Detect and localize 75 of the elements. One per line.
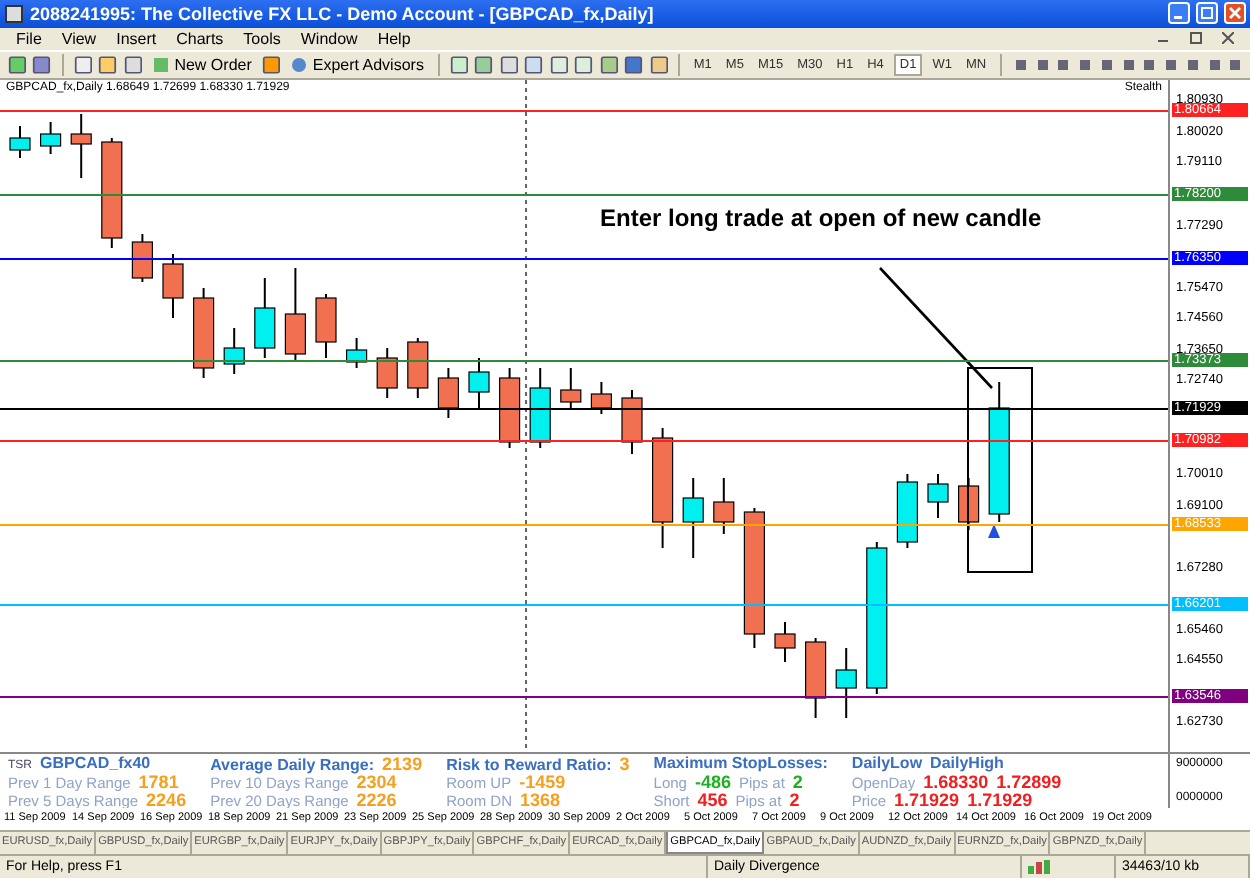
expert-advisors-button[interactable]: Expert Advisors xyxy=(286,56,428,75)
candle xyxy=(499,366,521,449)
candle xyxy=(315,292,337,359)
annotation-text: Enter long trade at open of new candle xyxy=(600,203,1042,232)
indicator-text: 2226 xyxy=(356,789,397,808)
menu-item[interactable]: Help xyxy=(377,29,411,48)
close-icon xyxy=(1228,6,1242,21)
candle xyxy=(988,380,1010,523)
indicator-text: 1.72899 xyxy=(996,771,1062,792)
candle xyxy=(743,506,765,649)
candle xyxy=(131,232,153,283)
candle xyxy=(958,476,980,531)
candle xyxy=(774,620,796,663)
candle xyxy=(376,346,398,399)
app-icon xyxy=(4,3,24,24)
menu-item[interactable]: Window xyxy=(300,29,358,48)
menu-item[interactable]: View xyxy=(61,29,97,48)
candle xyxy=(40,120,62,155)
indicator-text: -486 xyxy=(694,771,731,792)
candle xyxy=(590,380,612,415)
indicator-text: DailyHigh xyxy=(930,753,1004,772)
candle xyxy=(652,426,674,549)
candle xyxy=(621,388,643,455)
candle xyxy=(101,136,123,249)
indicator-text: 2139 xyxy=(382,753,423,774)
indicator-text: DailyLow xyxy=(851,753,923,772)
indicator-text: 2 xyxy=(789,789,800,808)
candle xyxy=(682,476,704,559)
indicator-text: 2304 xyxy=(356,771,397,792)
candle xyxy=(805,636,827,719)
minimize-button[interactable] xyxy=(1168,2,1190,25)
candle xyxy=(223,326,245,375)
connection-icon xyxy=(1028,860,1056,875)
buy-arrow-icon xyxy=(988,523,1000,538)
indicator-text: 2 xyxy=(792,771,803,792)
candle xyxy=(254,276,276,359)
candle xyxy=(284,266,306,363)
candle xyxy=(193,286,215,379)
candle xyxy=(713,476,735,535)
candle xyxy=(560,366,582,409)
candle xyxy=(70,112,92,179)
candle xyxy=(9,124,31,159)
candle xyxy=(346,336,368,369)
indicator-text: 1.71929 xyxy=(894,789,960,808)
candle xyxy=(896,472,918,549)
candle xyxy=(927,472,949,519)
indicator-text: Average Daily Range: xyxy=(210,755,375,774)
candle xyxy=(529,366,551,449)
menu-item[interactable]: Tools xyxy=(243,29,281,48)
indicator-text: 1.71929 xyxy=(967,789,1033,808)
candle xyxy=(162,252,184,319)
indicator-text: 2246 xyxy=(146,789,187,808)
new-order-button[interactable]: New Order xyxy=(148,56,256,75)
close-button[interactable] xyxy=(1224,2,1246,25)
indicator-text: GBPCAD_fx40 xyxy=(40,753,151,772)
candle xyxy=(468,356,490,409)
maximize-button[interactable] xyxy=(1196,2,1218,25)
candle xyxy=(407,336,429,399)
menu-item[interactable]: Charts xyxy=(176,29,224,48)
candle xyxy=(437,366,459,419)
indicator-text: 1368 xyxy=(520,789,561,808)
close-icon[interactable] xyxy=(1222,32,1234,45)
window-title: 2088241995: The Collective FX LLC - Demo Account - [GBPCAD_fx,Daily] xyxy=(30,3,656,24)
indicator-text: 1.68330 xyxy=(923,771,989,792)
candle xyxy=(835,646,857,719)
indicator-text: 1781 xyxy=(138,771,179,792)
indicator-text: Risk to Reward Ratio: xyxy=(446,755,612,774)
indicator-text: -1459 xyxy=(519,771,566,792)
menu-item[interactable]: Insert xyxy=(116,29,157,48)
maximize-icon xyxy=(1200,6,1214,21)
indicator-text: Maximum StopLosses: xyxy=(653,753,828,772)
indicator-text: 3 xyxy=(619,753,630,774)
menu-item[interactable]: File xyxy=(16,29,42,48)
indicator-text: 456 xyxy=(697,789,728,808)
restore-icon[interactable] xyxy=(1190,32,1202,45)
